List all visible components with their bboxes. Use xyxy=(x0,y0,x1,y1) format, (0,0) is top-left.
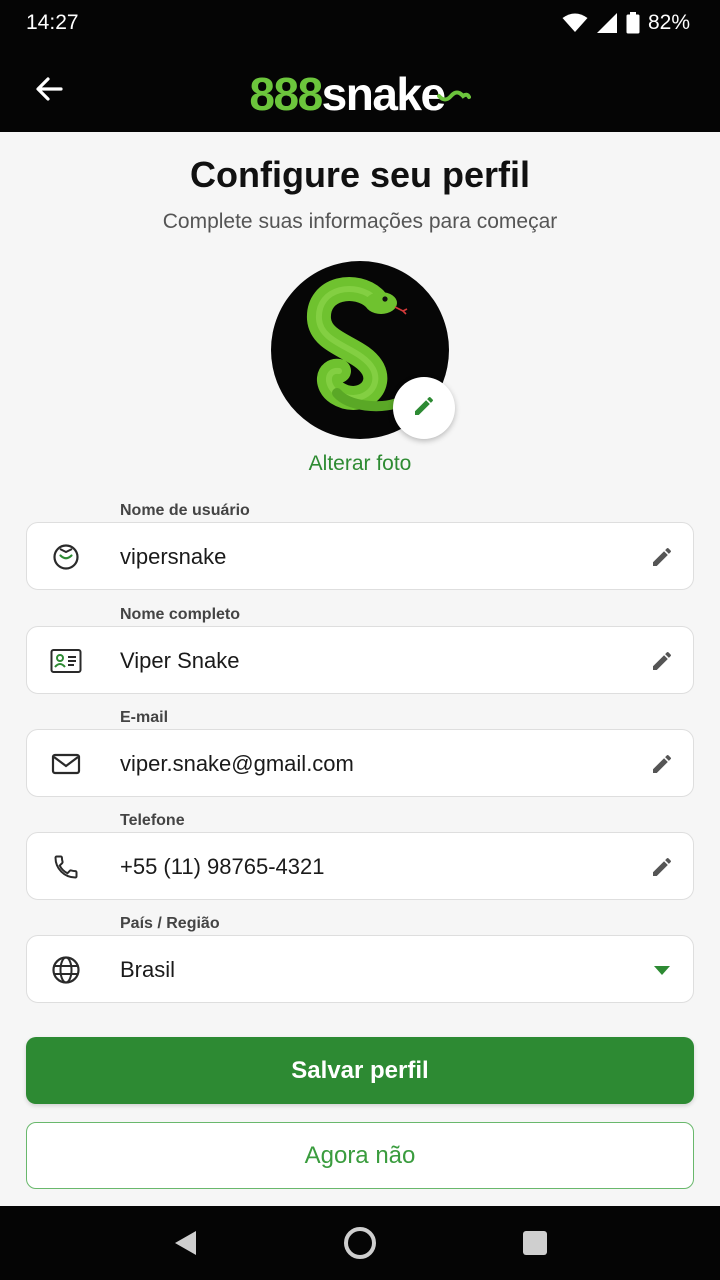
phone-field[interactable]: +55 (11) 98765-4321 xyxy=(26,832,694,900)
email-field[interactable]: viper.snake@gmail.com xyxy=(26,729,694,797)
phone-value: +55 (11) 98765-4321 xyxy=(120,854,325,879)
fullname-label: Nome completo xyxy=(120,606,241,623)
save-profile-button[interactable]: Salvar perfil xyxy=(26,1037,694,1104)
logo-number: 888 xyxy=(249,68,323,120)
pencil-icon xyxy=(412,394,436,423)
country-select[interactable]: Brasil xyxy=(26,935,694,1003)
username-value: vipersnake xyxy=(120,544,227,569)
battery-icon xyxy=(626,12,640,34)
email-value: viper.snake@gmail.com xyxy=(120,751,354,776)
signal-icon xyxy=(596,13,618,33)
phone-icon xyxy=(49,850,83,884)
globe-icon xyxy=(49,953,83,987)
email-label: E-mail xyxy=(120,709,169,726)
wifi-icon xyxy=(562,13,588,33)
id-card-icon xyxy=(49,644,83,678)
logo-word: snake xyxy=(321,68,446,120)
system-nav-bar xyxy=(0,1206,720,1280)
change-photo-link[interactable]: Alterar foto xyxy=(0,452,720,476)
not-now-button[interactable]: Agora não xyxy=(26,1122,694,1189)
status-bar: 14:27 82% xyxy=(0,0,720,46)
page-subtitle: Complete suas informações para começar xyxy=(162,210,558,233)
status-time: 14:27 xyxy=(26,11,79,34)
page-title: Configure seu perfil xyxy=(189,154,531,195)
country-value: Brasil xyxy=(120,957,176,982)
snake-tail-icon xyxy=(436,60,471,116)
nav-recents-icon[interactable] xyxy=(520,1228,550,1258)
avatar-edit-button[interactable] xyxy=(393,377,455,439)
edit-username-pencil-icon[interactable] xyxy=(647,542,677,572)
fullname-field[interactable]: Viper Snake xyxy=(26,626,694,694)
country-label: País / Região xyxy=(120,915,220,932)
username-label: Nome de usuário xyxy=(120,502,250,519)
brand-logo: 888snake xyxy=(0,60,720,122)
edit-email-pencil-icon[interactable] xyxy=(647,749,677,779)
profile-setup-screen: Configure seu perfil Complete suas infor… xyxy=(0,132,720,1206)
phone-label: Telefone xyxy=(120,812,185,829)
mail-icon xyxy=(49,747,83,781)
edit-fullname-pencil-icon[interactable] xyxy=(647,646,677,676)
app-header: 888snake xyxy=(0,46,720,132)
status-icons: 82% xyxy=(562,11,690,35)
user-circle-icon xyxy=(49,540,83,574)
chevron-down-icon[interactable] xyxy=(647,955,677,985)
fullname-value: Viper Snake xyxy=(120,648,240,673)
username-field[interactable]: vipersnake xyxy=(26,522,694,590)
nav-back-icon[interactable] xyxy=(170,1228,200,1258)
edit-phone-pencil-icon[interactable] xyxy=(647,852,677,882)
nav-home-icon[interactable] xyxy=(343,1226,377,1260)
battery-level: 82% xyxy=(647,11,690,34)
